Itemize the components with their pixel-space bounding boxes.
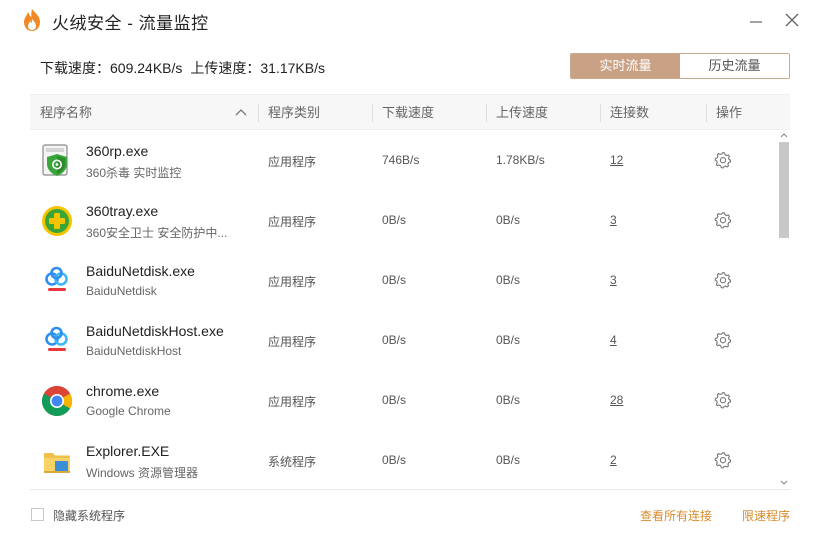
scroll-down-arrow-icon[interactable] <box>778 478 790 488</box>
download-speed: 0B/s <box>382 393 407 407</box>
table-row[interactable]: 360rp.exe 360杀毒 实时监控 应用程序 746B/s 1.78KB/… <box>30 130 778 190</box>
huorong-flame-icon <box>24 9 40 31</box>
download-speed: 0B/s <box>382 453 407 467</box>
download-speed: 746B/s <box>382 153 420 167</box>
chrome-icon <box>41 385 73 417</box>
upload-speed: 0B/s <box>496 213 521 227</box>
gear-icon[interactable] <box>714 451 732 469</box>
column-divider[interactable] <box>486 104 487 122</box>
process-category: 应用程序 <box>268 395 317 409</box>
hide-system-programs-label[interactable]: 隐藏系统程序 <box>53 507 125 524</box>
download-speed: 0B/s <box>382 333 407 347</box>
table-row[interactable]: Explorer.EXE Windows 资源管理器 系统程序 0B/s 0B/… <box>30 430 778 490</box>
title-bar: 火绒安全 - 流量监控 <box>0 0 820 40</box>
sort-ascending-icon[interactable] <box>234 106 248 120</box>
hide-system-programs-checkbox[interactable] <box>31 508 44 521</box>
process-category: 应用程序 <box>268 215 317 229</box>
process-name: Explorer.EXE <box>86 443 170 459</box>
gear-icon[interactable] <box>714 151 732 169</box>
download-speed: 0B/s <box>382 213 407 227</box>
column-divider[interactable] <box>258 104 259 122</box>
gear-icon[interactable] <box>714 271 732 289</box>
process-table: 程序名称 程序类别 下载速度 上传速度 连接数 操作 360rp.exe 360… <box>30 94 790 490</box>
column-header-name[interactable]: 程序名称 <box>40 95 92 131</box>
upload-speed: 0B/s <box>496 273 521 287</box>
scrollbar-thumb[interactable] <box>779 142 789 238</box>
process-name: BaiduNetdisk.exe <box>86 263 195 279</box>
upload-speed-value: 31.17KB/s <box>260 60 325 76</box>
process-description: 360杀毒 实时监控 <box>86 166 182 180</box>
column-header-actions: 操作 <box>716 105 743 120</box>
process-name: 360rp.exe <box>86 143 149 159</box>
connection-count-link[interactable]: 2 <box>610 453 617 467</box>
360-antivirus-shield-icon <box>42 144 68 176</box>
view-all-connections-link[interactable]: 查看所有连接 <box>640 507 712 524</box>
process-description: 360安全卫士 安全防护中... <box>86 226 228 240</box>
connection-count-link[interactable]: 12 <box>610 153 623 167</box>
process-category: 应用程序 <box>268 275 317 289</box>
table-row[interactable]: BaiduNetdiskHost.exe BaiduNetdiskHost 应用… <box>30 310 778 370</box>
baidu-netdisk-icon <box>45 326 68 351</box>
speed-summary: 下载速度：609.24KB/s 上传速度：31.17KB/s <box>40 58 325 78</box>
gear-icon[interactable] <box>714 331 732 349</box>
speed-limit-programs-link[interactable]: 限速程序 <box>742 507 790 524</box>
process-name: 360tray.exe <box>86 203 159 219</box>
process-description: Windows 资源管理器 <box>86 466 199 480</box>
360-safeguard-icon <box>42 206 72 236</box>
process-category: 应用程序 <box>268 155 317 169</box>
table-header: 程序名称 程序类别 下载速度 上传速度 连接数 操作 <box>30 94 790 130</box>
table-body: 360rp.exe 360杀毒 实时监控 应用程序 746B/s 1.78KB/… <box>30 130 778 490</box>
column-header-category[interactable]: 程序类别 <box>268 95 320 131</box>
upload-speed: 0B/s <box>496 453 521 467</box>
upload-speed: 1.78KB/s <box>496 153 545 167</box>
close-icon[interactable] <box>780 8 804 32</box>
table-row[interactable]: BaiduNetdisk.exe BaiduNetdisk 应用程序 0B/s … <box>30 250 778 310</box>
column-header-connections[interactable]: 连接数 <box>610 95 649 131</box>
realtime-traffic-tab[interactable]: 实时流量 <box>571 54 680 78</box>
table-row[interactable]: chrome.exe Google Chrome 应用程序 0B/s 0B/s … <box>30 370 778 430</box>
process-description: BaiduNetdisk <box>86 284 157 298</box>
upload-speed-label: 上传速度： <box>190 60 261 76</box>
connection-count-link[interactable]: 3 <box>610 273 617 287</box>
column-divider[interactable] <box>372 104 373 122</box>
download-speed-value: 609.24KB/s <box>110 60 183 76</box>
connection-count-link[interactable]: 28 <box>610 393 623 407</box>
connection-count-link[interactable]: 3 <box>610 213 617 227</box>
upload-speed: 0B/s <box>496 333 521 347</box>
history-traffic-tab[interactable]: 历史流量 <box>680 54 789 78</box>
window-title: 火绒安全 - 流量监控 <box>52 14 209 33</box>
process-category: 应用程序 <box>268 335 317 349</box>
traffic-view-toggle: 实时流量 历史流量 <box>570 53 790 79</box>
traffic-monitor-window: 火绒安全 - 流量监控 下载速度：609.24KB/s 上传速度：31.17KB/… <box>0 0 820 540</box>
table-row[interactable]: 360tray.exe 360安全卫士 安全防护中... 应用程序 0B/s 0… <box>30 190 778 250</box>
gear-icon[interactable] <box>714 211 732 229</box>
connection-count-link[interactable]: 4 <box>610 333 617 347</box>
gear-icon[interactable] <box>714 391 732 409</box>
baidu-netdisk-icon <box>45 266 68 291</box>
download-speed: 0B/s <box>382 273 407 287</box>
process-name: chrome.exe <box>86 383 160 399</box>
upload-speed: 0B/s <box>496 393 521 407</box>
process-description: BaiduNetdiskHost <box>86 344 182 358</box>
minimize-icon[interactable] <box>744 8 768 32</box>
process-description: Google Chrome <box>86 404 171 418</box>
column-header-download[interactable]: 下载速度 <box>382 95 434 131</box>
folder-explorer-icon <box>44 453 70 473</box>
process-category: 系统程序 <box>268 455 317 469</box>
download-speed-label: 下载速度： <box>40 60 110 76</box>
column-divider[interactable] <box>706 104 707 122</box>
scroll-up-arrow-icon[interactable] <box>778 130 790 140</box>
column-header-upload[interactable]: 上传速度 <box>496 95 548 131</box>
process-name: BaiduNetdiskHost.exe <box>86 323 224 339</box>
column-divider[interactable] <box>600 104 601 122</box>
